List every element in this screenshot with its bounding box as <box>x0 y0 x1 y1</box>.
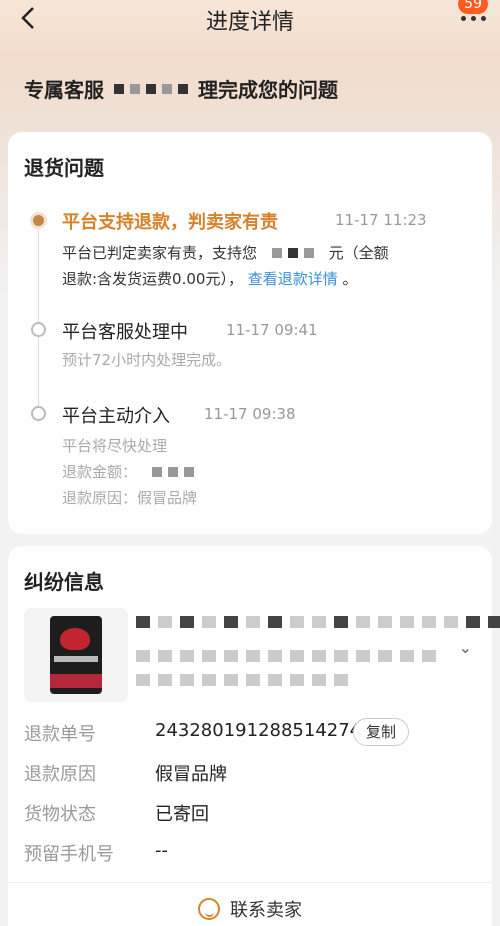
redacted-product-name <box>136 616 500 628</box>
event-title: 平台支持退款，判卖家有责 <box>62 212 278 233</box>
goods-status-label: 货物状态 <box>24 804 96 825</box>
chevron-left-icon <box>21 7 34 29</box>
event-time: 11-17 09:41 <box>226 321 318 339</box>
redacted-product-spec <box>136 674 348 686</box>
event-title: 平台客服处理中 <box>62 322 188 343</box>
goods-status-value: 已寄回 <box>155 804 209 825</box>
event-text-end: 。 <box>342 270 358 288</box>
phone-value: -- <box>155 840 168 861</box>
refund-number-value: 243280191288514274 <box>155 720 362 741</box>
pet-food-bag-image <box>50 616 102 694</box>
divider <box>8 882 492 883</box>
event-sub: 退款金额： <box>62 460 204 484</box>
redacted-mask <box>151 467 194 477</box>
contact-seller-button[interactable]: 联系卖家 <box>8 896 492 922</box>
event-sub: 平台将尽快处理 <box>62 437 168 455</box>
timeline-dot <box>31 322 46 337</box>
phone-label: 预留手机号 <box>24 844 114 865</box>
event-time: 11-17 09:38 <box>204 405 296 423</box>
notification-badge: 59 <box>458 0 488 14</box>
refund-reason-label: 退款原因 <box>24 764 96 785</box>
copy-button[interactable]: 复制 <box>353 718 410 746</box>
redacted-mask <box>271 248 314 258</box>
page-title: 进度详情 <box>205 10 294 35</box>
refund-reason-value: 假冒品牌 <box>155 764 227 785</box>
event-text-c: 退款:含发货运费0.00元）， <box>62 270 243 288</box>
event-text-b: 元（全额 <box>328 244 389 262</box>
refund-number-label: 退款单号 <box>24 724 96 745</box>
redacted-product-name <box>136 650 436 662</box>
timeline-dot-active <box>30 212 47 229</box>
back-button[interactable] <box>14 4 42 32</box>
more-dots-icon <box>461 16 486 21</box>
product-image[interactable] <box>24 608 128 702</box>
top-nav: 进度详情 59 <box>0 0 500 40</box>
return-issue-card: 退货问题 平台支持退款，判卖家有责 11-17 11:23 平台已判定卖家有责，… <box>8 132 492 534</box>
event-time: 11-17 11:23 <box>335 211 427 229</box>
event-text: 平台已判定卖家有责，支持您 元（全额 退款:含发货运费0.00元）， 查看退款详… <box>62 240 389 292</box>
refund-detail-link[interactable]: 查看退款详情 <box>248 270 338 288</box>
more-button[interactable]: 59 <box>454 0 490 30</box>
redacted-mask <box>114 83 188 94</box>
event-sub: 预计72小时内处理完成。 <box>62 351 232 369</box>
event-title: 平台主动介入 <box>62 406 170 427</box>
dispute-info-title: 纠纷信息 <box>24 570 104 594</box>
refund-amount-label: 退款金额： <box>62 463 138 481</box>
dispute-info-card: 纠纷信息 ⌄ 退款单号 243280191288514274 复制 退款原因 假… <box>8 546 500 926</box>
progress-timeline: 平台支持退款，判卖家有责 11-17 11:23 平台已判定卖家有责，支持您 元… <box>8 132 492 534</box>
service-banner: 专属客服 理完成您的问题 <box>24 74 484 103</box>
banner-prefix: 专属客服 <box>24 78 104 102</box>
timeline-dot <box>31 406 46 421</box>
chevron-down-icon[interactable]: ⌄ <box>459 638 472 657</box>
smile-icon <box>198 898 220 920</box>
event-text-a: 平台已判定卖家有责，支持您 <box>62 244 258 262</box>
event-sub: 退款原因：假冒品牌 <box>62 489 198 507</box>
contact-seller-label: 联系卖家 <box>230 900 302 921</box>
banner-suffix: 理完成您的问题 <box>198 78 338 102</box>
